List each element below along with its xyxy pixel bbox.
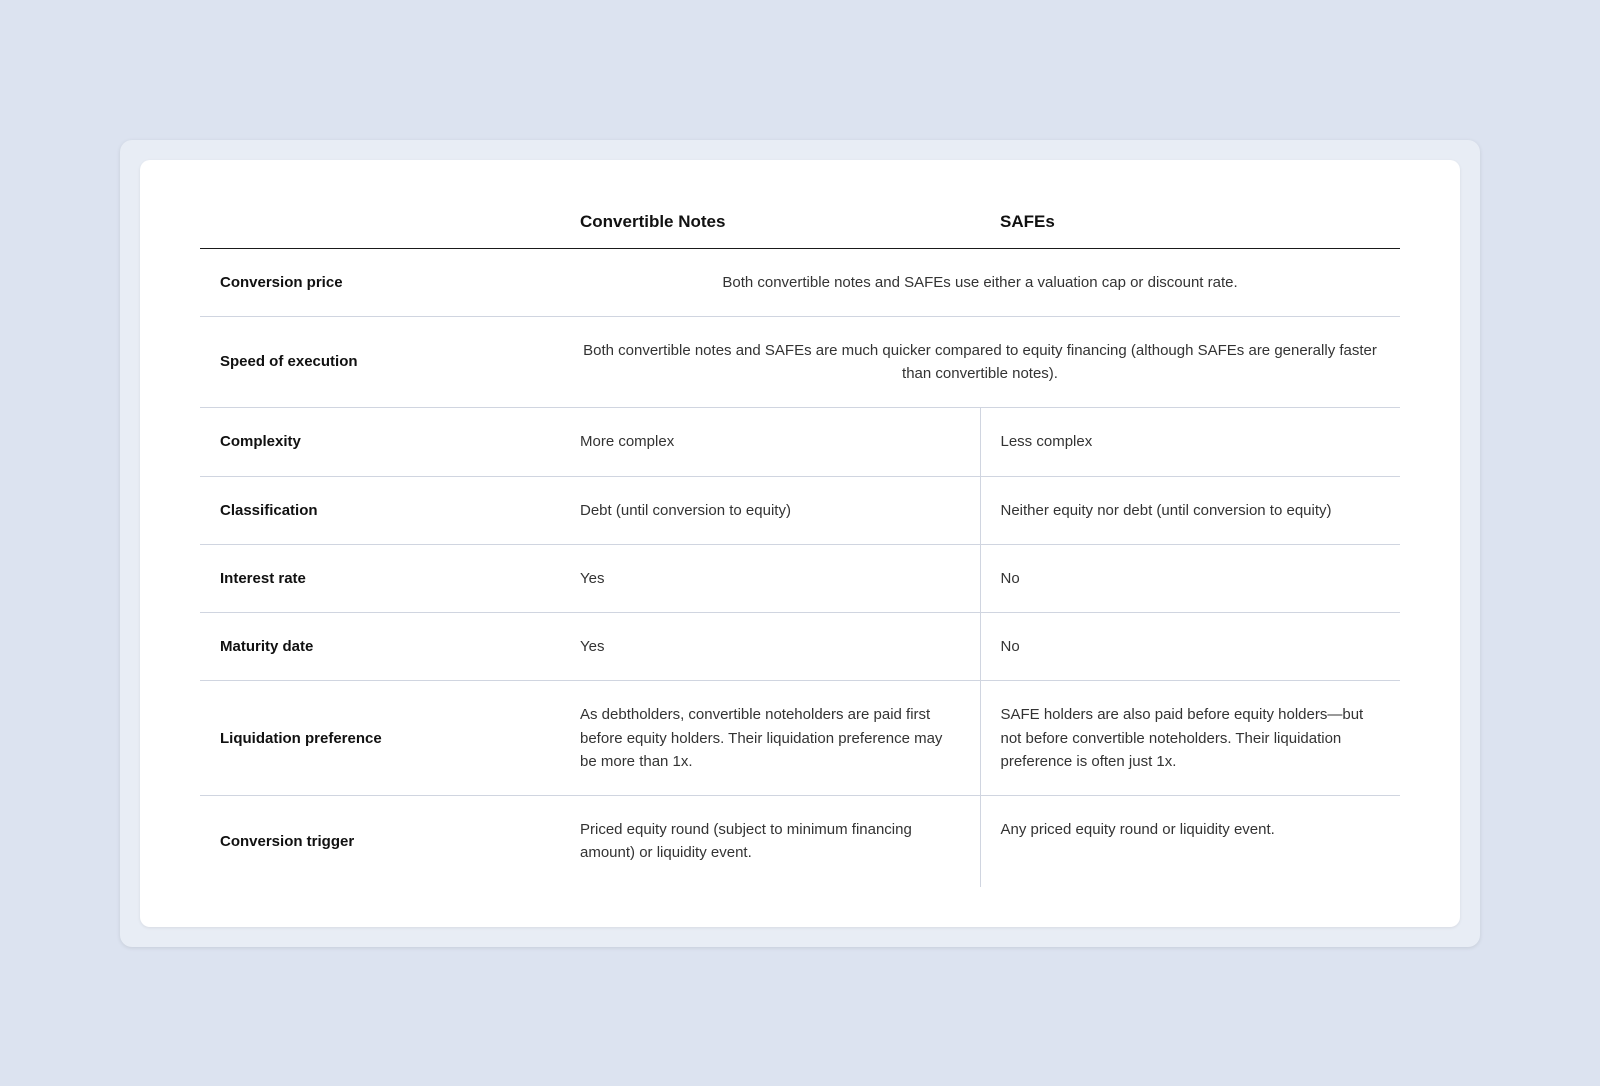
- liquidation-preference-col2: As debtholders, convertible noteholders …: [560, 681, 980, 796]
- conversion-price-label: Conversion price: [200, 248, 560, 316]
- maturity-date-col3: No: [980, 613, 1400, 681]
- table-row-liquidation-preference: Liquidation preferenceAs debtholders, co…: [200, 681, 1400, 796]
- col-safes-header: SAFEs: [980, 200, 1400, 249]
- table-row-interest-rate: Interest rateYesNo: [200, 544, 1400, 612]
- speed-of-execution-content: Both convertible notes and SAFEs are muc…: [560, 316, 1400, 408]
- classification-label: Classification: [200, 476, 560, 544]
- classification-col2: Debt (until conversion to equity): [560, 476, 980, 544]
- conversion-price-content: Both convertible notes and SAFEs use eit…: [560, 248, 1400, 316]
- interest-rate-col3: No: [980, 544, 1400, 612]
- table-row-speed-of-execution: Speed of executionBoth convertible notes…: [200, 316, 1400, 408]
- complexity-label: Complexity: [200, 408, 560, 476]
- conversion-trigger-label: Conversion trigger: [200, 796, 560, 887]
- speed-of-execution-label: Speed of execution: [200, 316, 560, 408]
- comparison-table: Convertible Notes SAFEs Conversion price…: [200, 200, 1400, 887]
- table-row-complexity: ComplexityMore complexLess complex: [200, 408, 1400, 476]
- liquidation-preference-col3: SAFE holders are also paid before equity…: [980, 681, 1400, 796]
- conversion-trigger-col2: Priced equity round (subject to minimum …: [560, 796, 980, 887]
- table-row-conversion-trigger: Conversion triggerPriced equity round (s…: [200, 796, 1400, 887]
- table-row-maturity-date: Maturity dateYesNo: [200, 613, 1400, 681]
- complexity-col3: Less complex: [980, 408, 1400, 476]
- col-label-header: [200, 200, 560, 249]
- interest-rate-col2: Yes: [560, 544, 980, 612]
- col-convertible-notes-header: Convertible Notes: [560, 200, 980, 249]
- interest-rate-label: Interest rate: [200, 544, 560, 612]
- conversion-trigger-col3: Any priced equity round or liquidity eve…: [980, 796, 1400, 887]
- complexity-col2: More complex: [560, 408, 980, 476]
- liquidation-preference-label: Liquidation preference: [200, 681, 560, 796]
- classification-col3: Neither equity nor debt (until conversio…: [980, 476, 1400, 544]
- table-header-row: Convertible Notes SAFEs: [200, 200, 1400, 249]
- outer-border: Convertible Notes SAFEs Conversion price…: [120, 140, 1480, 947]
- maturity-date-col2: Yes: [560, 613, 980, 681]
- maturity-date-label: Maturity date: [200, 613, 560, 681]
- table-row-conversion-price: Conversion priceBoth convertible notes a…: [200, 248, 1400, 316]
- comparison-card: Convertible Notes SAFEs Conversion price…: [140, 160, 1460, 927]
- table-row-classification: ClassificationDebt (until conversion to …: [200, 476, 1400, 544]
